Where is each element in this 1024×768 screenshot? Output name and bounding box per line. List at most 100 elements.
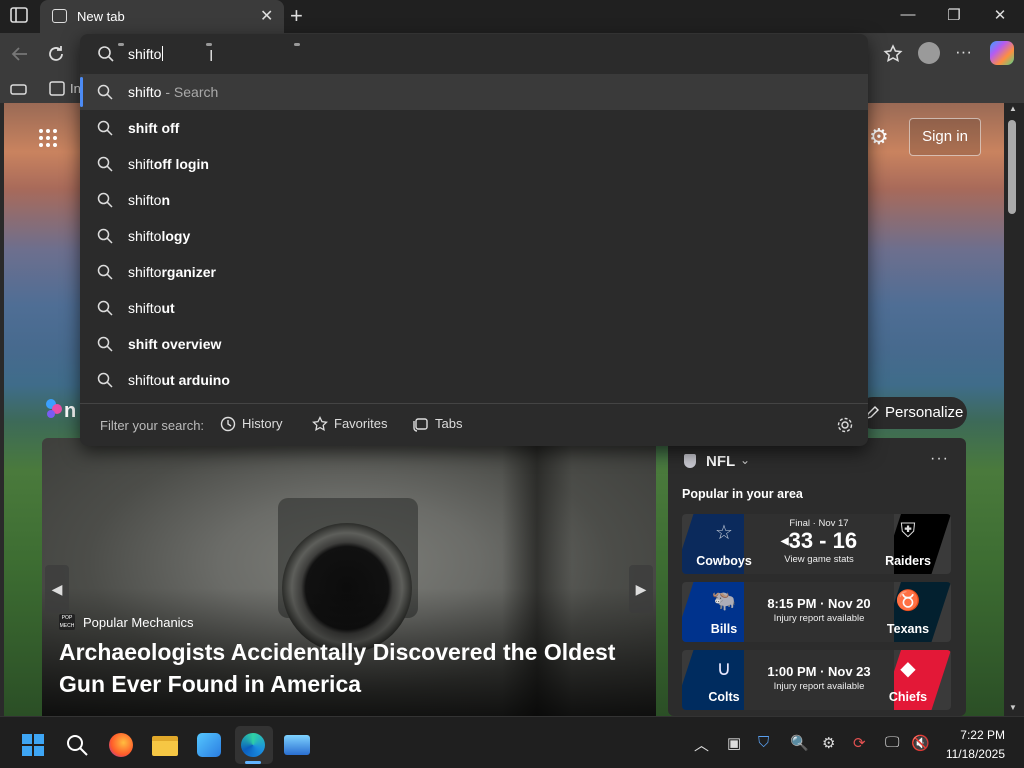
filter-history-label: History [242,416,283,431]
suggestion-item[interactable]: shift off [80,110,868,146]
suggestion-item[interactable]: shiftout arduino [80,362,868,398]
app-icon[interactable] [197,733,221,757]
photos-app-icon[interactable] [284,735,310,755]
suggestion-typed-part: shifto [128,264,162,280]
tab-title: New tab [77,9,125,24]
search-icon [97,372,113,388]
carousel-prev-button[interactable]: ◀ [45,565,69,613]
suggestion-item[interactable]: shifto - Search [80,74,868,110]
more-menu-icon[interactable]: ··· [955,42,972,62]
apps-launcher-icon[interactable] [38,128,58,148]
suggestion-text: shiftoff login [128,156,209,172]
clock-date[interactable]: 11/18/2025 [932,747,1005,761]
address-bar-text[interactable]: shifto [128,46,164,62]
volume-muted-icon[interactable]: 🔇 [911,734,930,752]
sync-tray-icon[interactable]: ⟳ [853,734,866,752]
address-bar-input[interactable]: shifto I [80,34,868,74]
nfl-title[interactable]: NFL [706,453,735,470]
carousel-next-button[interactable]: ▶ [629,565,653,613]
filter-history-button[interactable]: History [220,416,282,432]
game-info: 1:00 PM · Nov 23 Injury report available [744,664,894,692]
tray-app-icon[interactable]: ▣ [727,734,741,752]
taskbar-search-icon[interactable] [65,733,89,757]
article-source[interactable]: Popular Mechanics [83,615,194,630]
game-link[interactable]: View game stats [744,554,894,565]
show-hidden-icons-chevron[interactable]: ︿ [694,734,709,755]
suggestion-item[interactable]: shiftorganizer [80,254,868,290]
suggestion-text: shiftology [128,228,190,244]
search-settings-gear-icon[interactable] [836,416,854,434]
game-info: 8:15 PM · Nov 20 Injury report available [744,596,894,624]
photos-running-indicator [294,43,300,46]
suggestion-text: shiftorganizer [128,264,216,280]
tabs-icon [413,418,428,432]
suggestion-item[interactable]: shiftoff login [80,146,868,182]
file-explorer-icon[interactable] [152,736,178,756]
sign-in-button[interactable]: Sign in [909,118,981,156]
game-card-cowboys-raiders[interactable]: ☆ Cowboys ⛨ Raiders Final · Nov 17 ◀33 -… [682,514,951,574]
filter-tabs-button[interactable]: Tabs [413,416,462,432]
suggestion-typed-part: shifto [128,372,162,388]
firefox-icon[interactable] [109,733,133,757]
suggestion-item[interactable]: shifton [80,182,868,218]
suggestion-item[interactable]: shift overview [80,326,868,362]
tab-actions-icon[interactable] [10,7,30,25]
search-icon [97,336,113,352]
windows-start-icon[interactable] [21,733,45,757]
suggestion-item[interactable]: shiftology [80,218,868,254]
minimize-button[interactable]: — [898,6,918,23]
personalize-button[interactable]: Personalize [857,397,967,429]
text-caret [162,46,164,61]
search-icon [97,300,113,316]
split-screen-icon[interactable] [10,81,28,97]
edge-icon[interactable] [241,733,265,757]
profile-avatar[interactable] [918,42,940,64]
chevron-down-icon[interactable]: ⌄ [740,453,750,467]
network-icon[interactable]: 🖵 [885,734,899,751]
suggestion-typed-part: shifto [128,300,162,316]
page-settings-gear-icon[interactable]: ⚙ [869,124,889,150]
selected-indicator [80,77,83,107]
import-favorites-icon[interactable] [48,80,66,98]
tab-new-tab[interactable]: New tab ✕ [40,0,284,33]
featured-article-card[interactable]: POP MECH Popular Mechanics Archaeologists… [42,438,656,716]
back-icon[interactable] [10,44,30,64]
clock-time[interactable]: 7:22 PM [955,728,1005,742]
security-shield-icon[interactable]: ⛉ [758,734,769,751]
search-icon [97,264,113,280]
source-logo: POP MECH [59,614,75,630]
article-headline[interactable]: Archaeologists Accidentally Discovered t… [59,636,629,700]
suggestion-typed-part: shifto [128,228,162,244]
nfl-shield-icon [684,454,696,468]
restore-button[interactable]: ❐ [944,6,964,24]
suggestion-completion: shift off [128,120,180,136]
tab-close-icon[interactable]: ✕ [260,6,273,26]
tray-settings-icon[interactable]: ⚙ [822,734,835,752]
injury-report-link[interactable]: Injury report available [744,681,894,692]
msn-logo[interactable]: n [44,397,80,423]
firefox-running-indicator [118,43,124,46]
away-team-name: Texans [886,622,930,636]
home-team-name: Bills [710,622,738,636]
refresh-icon[interactable] [46,44,66,64]
close-window-button[interactable]: ✕ [990,6,1010,24]
scroll-up-arrow[interactable]: ▲ [1009,104,1017,113]
copilot-icon[interactable] [990,41,1014,65]
app-running-indicator [206,43,212,46]
new-tab-button[interactable]: + [290,3,303,29]
widget-more-icon[interactable]: ··· [930,450,949,468]
suggestion-text: shiftout arduino [128,372,230,388]
search-tool-tray-icon[interactable]: 🔍 [790,734,809,752]
suggestion-text: shift overview [128,336,221,352]
nfl-subtitle: Popular in your area [682,487,803,501]
suggestion-completion: n [161,192,171,208]
suggestion-item[interactable]: shiftout [80,290,868,326]
scroll-down-arrow[interactable]: ▼ [1009,703,1017,712]
injury-report-link[interactable]: Injury report available [744,613,894,624]
scrollbar-thumb[interactable] [1008,120,1016,214]
favorites-star-icon[interactable] [883,44,903,64]
filter-favorites-button[interactable]: Favorites [312,416,387,432]
game-card-colts-chiefs[interactable]: ∪ Colts ◆ Chiefs 1:00 PM · Nov 23 Injury… [682,650,951,710]
game-card-bills-texans[interactable]: 🐃 Bills ♉ Texans 8:15 PM · Nov 20 Injury… [682,582,951,642]
filter-tabs-label: Tabs [435,416,463,431]
